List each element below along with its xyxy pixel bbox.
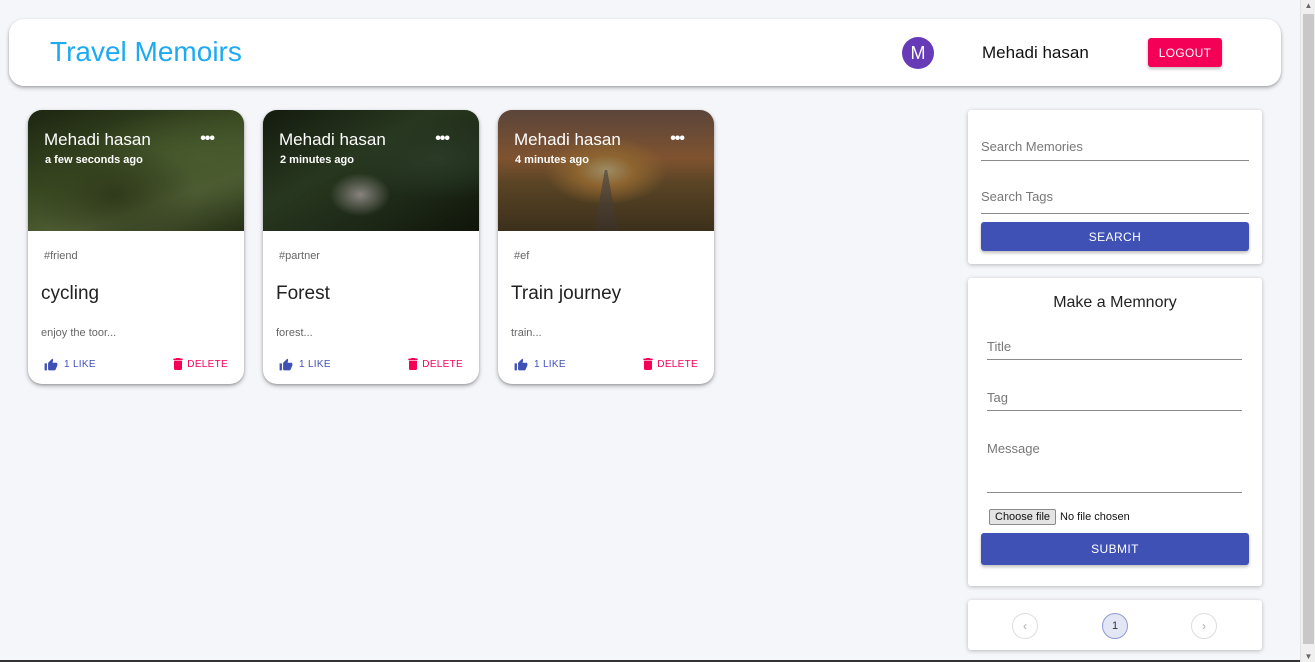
memory-card: Mehadi hasan 4 minutes ago ••• #ef Train… [498,110,714,384]
card-message: forest... [276,327,313,339]
delete-button[interactable]: DELETE [408,358,463,370]
card-tags: #partner [279,250,320,262]
search-tags-input[interactable]: Search Tags [981,189,1249,214]
chevron-right-icon[interactable]: › [1191,613,1217,639]
thumb-up-icon [44,358,58,371]
message-placeholder: Message [987,441,1040,456]
like-label: 1 LIKE [534,359,566,370]
page-button[interactable]: 1 [1102,613,1128,639]
delete-icon [173,358,183,370]
app-bar: Travel Memoirs M Mehadi hasan LOGOUT [9,19,1281,86]
form-heading: Make a Memnory [1053,294,1177,311]
title-input[interactable]: Title [987,339,1242,360]
card-title: Forest [276,283,330,304]
chevron-left-icon[interactable]: ‹ [1012,613,1038,639]
scroll-down-icon[interactable]: ▼ [1303,652,1314,661]
card-tags: #friend [44,250,78,262]
card-time: a few seconds ago [45,154,143,166]
card-image [263,110,479,231]
scroll-up-icon[interactable]: ▲ [1303,1,1314,10]
memory-form: Make a Memnory Title Tag Message Choose … [968,278,1262,586]
like-button[interactable]: 1 LIKE [514,358,566,371]
tag-input[interactable]: Tag [987,390,1242,411]
avatar: M [902,37,934,69]
pagination: ‹ 1 › [968,600,1262,650]
like-label: 1 LIKE [299,359,331,370]
message-textarea[interactable]: Message [987,441,1242,493]
more-horizontal-icon[interactable]: ••• [435,130,450,148]
search-memories-input[interactable]: Search Memories [981,139,1249,161]
file-status: No file chosen [1060,511,1130,523]
card-author: Mehadi hasan [514,130,621,149]
like-button[interactable]: 1 LIKE [44,358,96,371]
choose-file-button[interactable]: Choose file [989,509,1057,525]
card-time: 4 minutes ago [515,154,589,166]
card-message: train... [511,327,542,339]
thumb-up-icon [514,358,528,371]
search-tags-placeholder: Search Tags [981,189,1054,204]
card-author: Mehadi hasan [279,130,386,149]
logout-button[interactable]: LOGOUT [1148,38,1222,67]
card-time: 2 minutes ago [280,154,354,166]
delete-icon [643,358,653,370]
memory-card: Mehadi hasan 2 minutes ago ••• #partner … [263,110,479,384]
vertical-scrollbar[interactable]: ▲ ▼ [1300,0,1315,662]
delete-label: DELETE [422,358,463,370]
like-button[interactable]: 1 LIKE [279,358,331,371]
card-tags: #ef [514,250,530,262]
card-image [498,110,714,231]
card-message: enjoy the toor... [41,327,117,339]
railway-track-shape [594,170,618,231]
thumb-up-icon [279,358,293,371]
search-memories-placeholder: Search Memories [981,139,1083,154]
app-title[interactable]: Travel Memoirs [50,36,242,68]
file-picker: Choose file No file chosen [989,509,1130,525]
delete-label: DELETE [187,358,228,370]
like-label: 1 LIKE [64,359,96,370]
more-horizontal-icon[interactable]: ••• [200,130,215,148]
tag-placeholder: Tag [987,390,1008,405]
memory-card: Mehadi hasan a few seconds ago ••• #frie… [28,110,244,384]
search-button[interactable]: SEARCH [981,222,1249,251]
card-image [28,110,244,231]
title-placeholder: Title [987,339,1012,354]
submit-button[interactable]: SUBMIT [981,533,1249,565]
card-title: Train journey [511,283,622,304]
delete-button[interactable]: DELETE [173,358,228,370]
scrollbar-thumb[interactable] [1303,14,1314,644]
card-title: cycling [41,283,100,304]
user-name: Mehadi hasan [982,43,1089,62]
more-horizontal-icon[interactable]: ••• [670,130,685,148]
delete-icon [408,358,418,370]
delete-label: DELETE [657,358,698,370]
search-panel: Search Memories Search Tags SEARCH [968,110,1262,264]
delete-button[interactable]: DELETE [643,358,698,370]
card-author: Mehadi hasan [44,130,151,149]
